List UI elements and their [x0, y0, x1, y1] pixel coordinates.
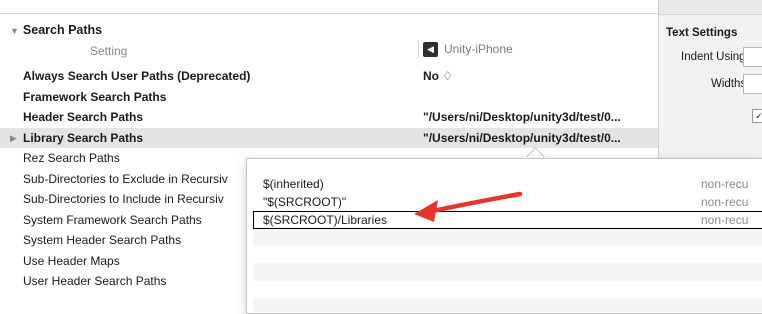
setting-name: System Framework Search Paths — [23, 212, 202, 227]
recursion-popup[interactable]: non-recu — [701, 193, 748, 211]
disclosure-triangle-icon[interactable]: ▼ — [10, 26, 19, 36]
path-item-editing[interactable]: $(SRCROOT)/Libraries non-recu — [253, 211, 762, 229]
section-header[interactable]: ▼ Search Paths — [10, 23, 102, 37]
section-title: Search Paths — [22, 23, 103, 37]
column-header-target: ◀ Unity-iPhone — [418, 40, 513, 58]
path-item[interactable]: $(inherited) non-recu — [253, 175, 762, 193]
path-item[interactable]: "$(SRCROOT)" non-recu — [253, 193, 762, 211]
setting-row[interactable]: Always Search User Paths (Deprecated) No… — [0, 66, 658, 87]
path-value-field[interactable]: $(SRCROOT)/Libraries — [263, 212, 387, 228]
setting-row[interactable]: Framework Search Paths — [0, 87, 658, 108]
expand-triangle-icon[interactable]: ▶ — [10, 128, 17, 149]
widths-field[interactable] — [743, 74, 762, 94]
path-value[interactable]: $(inherited) — [263, 175, 324, 193]
setting-name: User Header Search Paths — [23, 274, 167, 288]
setting-name: Sub-Directories to Include in Recursiv — [23, 192, 224, 206]
indent-using-label: Indent Using — [681, 51, 746, 63]
row-stripe — [253, 263, 762, 281]
setting-name: Always Search User Paths (Deprecated) — [23, 69, 251, 83]
setting-value-popup[interactable]: No ♢ — [423, 66, 453, 87]
recursion-popup[interactable]: non-recu — [701, 212, 748, 228]
setting-name: System Header Search Paths — [23, 233, 182, 247]
unity-logo-icon: ◀ — [423, 41, 438, 57]
setting-value[interactable]: "/Users/ni/Desktop/unity3d/test/0... — [423, 107, 621, 128]
setting-name: Rez Search Paths — [23, 151, 120, 165]
wrap-lines-checkbox[interactable]: ✓ — [752, 109, 762, 123]
path-value[interactable]: "$(SRCROOT)" — [263, 193, 346, 211]
inspector-toolbar — [659, 0, 762, 15]
setting-row[interactable]: Header Search Paths "/Users/ni/Desktop/u… — [0, 107, 658, 128]
setting-value[interactable]: "/Users/ni/Desktop/unity3d/test/0... — [423, 128, 621, 149]
setting-row-selected[interactable]: ▶ Library Search Paths "/Users/ni/Deskto… — [0, 127, 658, 149]
setting-name: Use Header Maps — [23, 253, 120, 268]
column-header-setting: Setting — [90, 44, 128, 58]
path-list: $(inherited) non-recu "$(SRCROOT)" non-r… — [253, 175, 762, 229]
setting-name: Sub-Directories to Exclude in Recursiv — [23, 171, 228, 186]
target-name: Unity-iPhone — [444, 42, 513, 56]
setting-name: Framework Search Paths — [23, 89, 167, 104]
top-divider — [0, 13, 658, 14]
search-paths-popover: $(inherited) non-recu "$(SRCROOT)" non-r… — [246, 158, 762, 314]
row-stripe — [253, 227, 762, 245]
recursion-popup[interactable]: non-recu — [701, 175, 748, 193]
row-stripe — [253, 299, 762, 312]
widths-label: Widths — [711, 78, 747, 90]
setting-name: Header Search Paths — [23, 110, 144, 124]
indent-using-popup[interactable] — [743, 47, 762, 67]
inspector-title: Text Settings — [666, 27, 738, 39]
setting-name: Library Search Paths — [23, 130, 144, 145]
